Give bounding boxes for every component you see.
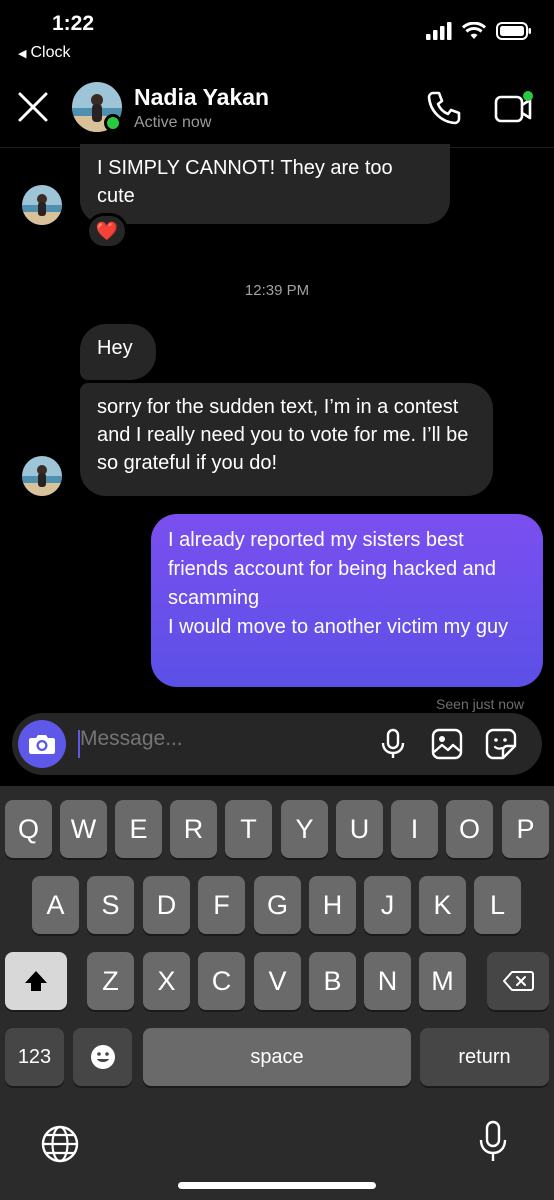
key-g[interactable]: G — [254, 876, 301, 934]
message-timestamp: 12:39 PM — [244, 282, 310, 299]
key-e[interactable]: E — [115, 800, 162, 858]
backspace-icon — [503, 971, 534, 991]
key-s[interactable]: S — [87, 876, 134, 934]
message-bubble-sent[interactable]: I already reported my sisters best frien… — [151, 514, 543, 687]
online-indicator — [104, 114, 122, 132]
return-key[interactable]: return — [420, 1028, 549, 1086]
key-c[interactable]: C — [198, 952, 245, 1010]
message-bubble-received[interactable]: Hey — [80, 324, 156, 380]
message-text: I SIMPLY CANNOT! They are too cute — [97, 157, 393, 207]
key-o[interactable]: O — [446, 800, 493, 858]
heart-reaction[interactable]: ❤️ — [86, 213, 128, 249]
shift-key[interactable] — [5, 952, 67, 1010]
sticker-icon[interactable] — [484, 727, 518, 761]
phone-call-icon[interactable] — [424, 88, 464, 128]
shift-arrow-icon — [25, 971, 47, 991]
key-q[interactable]: Q — [5, 800, 52, 858]
key-b[interactable]: B — [309, 952, 356, 1010]
key-w[interactable]: W — [60, 800, 107, 858]
key-a[interactable]: A — [32, 876, 79, 934]
gallery-icon[interactable] — [430, 727, 464, 761]
video-call-icon[interactable] — [492, 88, 536, 128]
seen-indicator: Seen just now — [436, 696, 524, 712]
camera-button[interactable] — [18, 720, 66, 768]
message-text: Hey — [97, 337, 133, 359]
dictation-icon[interactable] — [478, 1120, 508, 1164]
emoji-key[interactable] — [73, 1028, 132, 1086]
signal-icon — [426, 22, 452, 40]
status-icons — [426, 22, 532, 40]
numbers-key[interactable]: 123 — [5, 1028, 64, 1086]
sender-avatar[interactable] — [22, 456, 62, 496]
globe-icon[interactable] — [40, 1124, 80, 1164]
key-t[interactable]: T — [225, 800, 272, 858]
key-y[interactable]: Y — [281, 800, 328, 858]
key-n[interactable]: N — [364, 952, 411, 1010]
key-z[interactable]: Z — [87, 952, 134, 1010]
emoji-icon — [90, 1045, 115, 1069]
back-triangle-icon: ◀ — [18, 47, 27, 60]
chat-header: Nadia Yakan Active now — [0, 70, 554, 148]
status-bar: 1:22 ◀ Clock — [0, 0, 554, 70]
key-d[interactable]: D — [143, 876, 190, 934]
key-m[interactable]: M — [419, 952, 466, 1010]
key-v[interactable]: V — [254, 952, 301, 1010]
space-key[interactable]: space — [143, 1028, 411, 1086]
key-l[interactable]: L — [474, 876, 521, 934]
key-f[interactable]: F — [198, 876, 245, 934]
message-text: sorry for the sudden text, I’m in a cont… — [97, 396, 469, 474]
key-k[interactable]: K — [419, 876, 466, 934]
heart-icon: ❤️ — [95, 220, 119, 241]
key-j[interactable]: J — [364, 876, 411, 934]
key-r[interactable]: R — [170, 800, 217, 858]
back-to-app-link[interactable]: ◀ Clock — [18, 44, 70, 62]
back-app-label: Clock — [30, 44, 71, 61]
camera-icon — [29, 735, 55, 754]
status-time: 1:22 — [52, 12, 95, 35]
key-i[interactable]: I — [391, 800, 438, 858]
key-p[interactable]: P — [502, 800, 549, 858]
sender-avatar[interactable] — [22, 185, 62, 225]
message-text: I would move to another victim my guy — [168, 616, 509, 638]
close-icon[interactable] — [16, 90, 50, 124]
message-text: I already reported my sisters best frien… — [168, 529, 496, 609]
message-composer — [12, 713, 542, 775]
battery-icon — [496, 22, 531, 40]
message-bubble-received[interactable]: sorry for the sudden text, I’m in a cont… — [80, 383, 493, 496]
microphone-icon[interactable] — [376, 727, 410, 761]
message-input[interactable] — [80, 727, 360, 751]
key-x[interactable]: X — [143, 952, 190, 1010]
message-bubble-received[interactable]: I SIMPLY CANNOT! They are too cute — [80, 144, 450, 224]
backspace-key[interactable] — [487, 952, 549, 1010]
home-indicator[interactable] — [178, 1182, 376, 1189]
key-u[interactable]: U — [336, 800, 383, 858]
key-h[interactable]: H — [309, 876, 356, 934]
contact-status: Active now — [134, 114, 212, 131]
wifi-icon — [462, 22, 486, 39]
contact-name[interactable]: Nadia Yakan — [134, 84, 269, 111]
